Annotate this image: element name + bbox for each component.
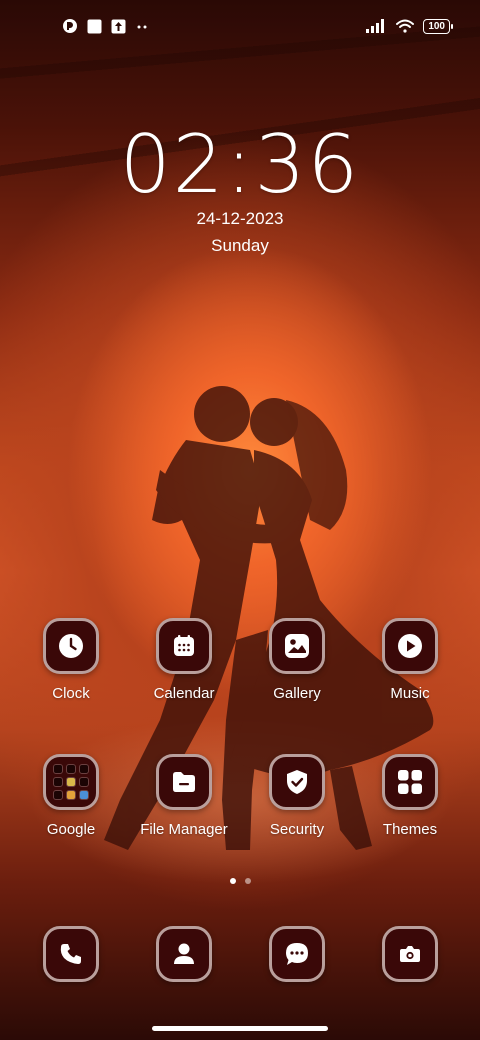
gallery-icon[interactable] [269,618,325,674]
clock-icon[interactable] [43,618,99,674]
status-bar: 100 [0,14,480,42]
dock-messages[interactable] [241,926,353,982]
signal-icon [365,18,387,34]
wifi-icon [395,18,415,34]
folder-icon[interactable] [156,754,212,810]
app-label: Clock [52,685,90,702]
dock-contacts[interactable] [128,926,240,982]
themes-grid-icon[interactable] [382,754,438,810]
app-label: Music [390,685,430,702]
app-label: Google [46,821,96,838]
app-themes[interactable]: Themes [354,754,466,838]
calendar-icon[interactable] [156,618,212,674]
dock-phone[interactable] [15,926,127,982]
clock-day[interactable]: Sunday [0,236,480,256]
shield-icon[interactable] [269,754,325,810]
google-folder-icon[interactable] [43,754,99,810]
app-label: Themes [382,821,438,838]
page-dot-active[interactable] [229,878,236,884]
app-label: Calendar [153,685,215,702]
more-dots-icon [134,18,150,34]
app-security[interactable]: Security [241,754,353,838]
upload-icon [110,18,126,34]
clock-time[interactable]: 02:36 [0,118,480,211]
dock-camera[interactable] [354,926,466,982]
clock-date[interactable]: 24-12-2023 [0,209,480,229]
play-icon[interactable] [382,618,438,674]
camera-icon[interactable] [382,926,438,982]
messages-icon[interactable] [269,926,325,982]
home-gesture-bar[interactable] [152,1026,328,1031]
page-indicator [0,878,480,884]
app-badge-icon [62,18,78,34]
app-clock[interactable]: Clock [15,618,127,702]
notification-square-icon [86,18,102,34]
app-calendar[interactable]: Calendar [128,618,240,702]
app-music[interactable]: Music [354,618,466,702]
app-file-manager[interactable]: File Manager [128,754,240,838]
phone-icon[interactable] [43,926,99,982]
page-dot[interactable] [244,878,251,884]
app-label: Gallery [273,685,321,702]
app-label: Security [269,821,325,838]
contacts-icon[interactable] [156,926,212,982]
app-gallery[interactable]: Gallery [241,618,353,702]
battery-icon: 100 [423,18,453,34]
app-label: File Manager [140,821,228,838]
app-google-folder[interactable]: Google [15,754,127,838]
